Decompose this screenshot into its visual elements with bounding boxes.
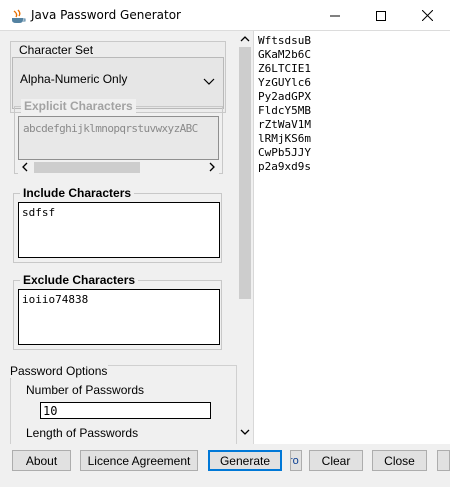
chevron-up-icon[interactable]	[240, 35, 250, 43]
password-line: lRMjKS6m	[258, 132, 311, 145]
settings-scrollbar[interactable]	[237, 31, 253, 444]
exclude-characters-group: Exclude Characters ioiio74838	[13, 273, 222, 350]
password-line: p2a9xd9s	[258, 160, 311, 173]
password-line: WftsdsuB	[258, 34, 311, 47]
title-bar: Java Password Generator	[0, 0, 450, 31]
generated-passwords-output[interactable]: WftsdsuB GKaM2b6C Z6LTCIE1 YzGUYlc6 Py2a…	[253, 31, 450, 444]
explicit-characters-scrollbar[interactable]	[18, 160, 219, 174]
vertical-scroll-thumb[interactable]	[239, 47, 251, 299]
password-line: Z6LTCIE1	[258, 62, 311, 75]
explicit-characters-field: abcdefghijklmnopqrstuvwxyzABC	[18, 116, 219, 160]
include-characters-label: Include Characters	[20, 186, 135, 200]
include-characters-input[interactable]: sdfsf	[18, 202, 220, 258]
password-line: rZtWaV1M	[258, 118, 311, 131]
exclude-characters-value: ioiio74838	[22, 293, 89, 306]
password-line: CwPb5JJY	[258, 146, 311, 159]
close-window-button[interactable]	[404, 0, 450, 31]
clear-button[interactable]: Clear	[309, 450, 363, 471]
chevron-left-icon[interactable]	[20, 162, 30, 172]
include-characters-value: sdfsf	[22, 206, 56, 219]
character-set-label: Character Set	[19, 43, 94, 57]
truncated-button[interactable]: ro	[290, 450, 302, 471]
minimize-button[interactable]	[312, 0, 358, 31]
settings-panel: Character Set Alpha-Numeric Only Explici…	[0, 31, 237, 444]
password-options-label: Password Options	[9, 364, 109, 378]
chevron-down-icon	[203, 78, 215, 85]
exclude-characters-label: Exclude Characters	[20, 273, 139, 287]
number-of-passwords-input[interactable]: 10	[40, 402, 211, 419]
include-characters-group: Include Characters sdfsf	[13, 186, 222, 263]
close-icon	[421, 10, 433, 21]
horizontal-scroll-thumb[interactable]	[34, 162, 140, 173]
character-set-value: Alpha-Numeric Only	[20, 72, 128, 86]
chevron-down-icon[interactable]	[240, 428, 250, 436]
minimize-icon	[330, 15, 340, 16]
button-bar: About Licence Agreement Generate ro Clea…	[0, 444, 450, 487]
java-app-icon	[10, 8, 26, 24]
password-line: FldcY5MB	[258, 104, 311, 117]
explicit-characters-value: abcdefghijklmnopqrstuvwxyzABC	[23, 122, 198, 135]
truncated-button-label: ro	[291, 454, 299, 467]
explicit-characters-group: Explicit Characters abcdefghijklmnopqrst…	[14, 99, 223, 174]
number-of-passwords-label: Number of Passwords	[26, 383, 145, 397]
length-of-passwords-label: Length of Passwords	[26, 426, 139, 440]
chevron-right-icon[interactable]	[207, 162, 217, 172]
generate-button[interactable]: Generate	[208, 450, 282, 471]
window-title: Java Password Generator	[31, 8, 181, 22]
maximize-button[interactable]	[358, 0, 404, 31]
licence-agreement-button[interactable]: Licence Agreement	[80, 450, 198, 471]
maximize-icon	[376, 10, 386, 21]
about-button[interactable]: About	[12, 450, 71, 471]
close-button[interactable]: Close	[372, 450, 427, 471]
password-line: Py2adGPX	[258, 90, 311, 103]
explicit-characters-label: Explicit Characters	[21, 99, 136, 113]
exclude-characters-input[interactable]: ioiio74838	[18, 289, 220, 345]
offscreen-button[interactable]	[437, 450, 450, 471]
number-of-passwords-value: 10	[43, 404, 58, 418]
password-line: GKaM2b6C	[258, 48, 311, 61]
password-line: YzGUYlc6	[258, 76, 311, 89]
